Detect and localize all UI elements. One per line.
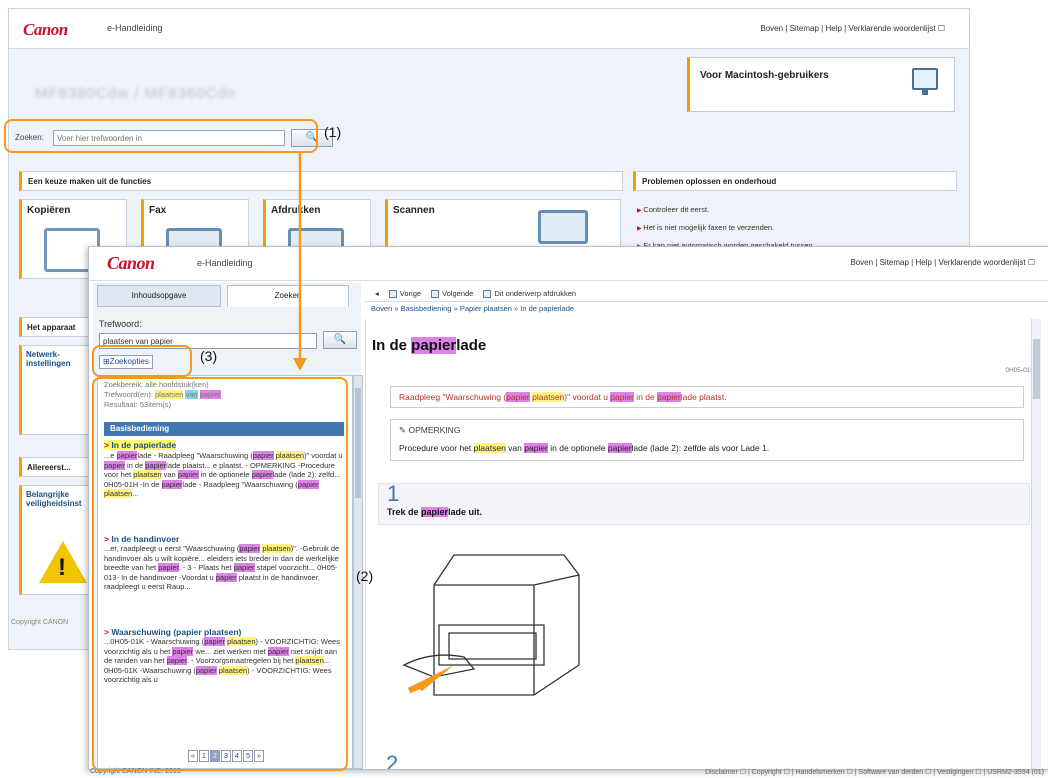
manual-subtitle: e-Handleiding bbox=[197, 258, 253, 268]
warning-exclamation: ! bbox=[58, 554, 66, 581]
keyword-label: Trefwoord: bbox=[99, 319, 142, 329]
step-1: 1 Trek de papierlade uit. bbox=[378, 481, 1030, 525]
manual-subtitle: e-Handleiding bbox=[107, 23, 163, 33]
back-copyright: Copyright CANON bbox=[11, 619, 69, 626]
note-box: ✎ OPMERKING Procedure voor het plaatsen … bbox=[390, 419, 1024, 461]
prev-label: Vorige bbox=[399, 289, 422, 298]
problems-heading: Problemen oplossen en onderhoud bbox=[633, 171, 957, 191]
next-label: Volgende bbox=[442, 289, 474, 298]
callout-oval-3 bbox=[92, 345, 192, 377]
functions-heading: Een keuze maken uit de functies bbox=[19, 171, 623, 191]
document-scrollbar[interactable] bbox=[1031, 319, 1041, 769]
tile-fax-label: Fax bbox=[149, 205, 167, 216]
canon-logo[interactable]: Canon bbox=[23, 20, 68, 40]
paper-drawer-illustration bbox=[402, 554, 580, 696]
title-highlight: papier bbox=[411, 337, 457, 354]
model-name: MF8380Cdw / MF8360Cdn bbox=[35, 85, 237, 102]
header-links[interactable]: Boven | Sitemap | Help | Verklarende woo… bbox=[850, 258, 1035, 267]
network-tile[interactable]: Netwerk-instellingen bbox=[19, 345, 99, 435]
callout-oval-1 bbox=[4, 119, 318, 153]
search-icon: 🔍 bbox=[333, 334, 347, 345]
tab-contents[interactable]: Inhoudsopgave bbox=[97, 285, 221, 307]
back-header: Canon e-Handleiding Boven | Sitemap | He… bbox=[9, 9, 969, 49]
mac-users-box[interactable]: Voor Macintosh-gebruikers bbox=[687, 57, 955, 112]
collapse-arrow-icon[interactable]: ◂ bbox=[375, 289, 379, 298]
device-heading: Het apparaat bbox=[19, 317, 99, 337]
scrollbar-thumb[interactable] bbox=[1033, 339, 1040, 399]
next-button[interactable]: Volgende bbox=[431, 289, 473, 298]
keyword-search-button[interactable]: 🔍 bbox=[323, 331, 357, 349]
callout-label-3: (3) bbox=[200, 348, 218, 364]
note-heading: ✎ OPMERKING bbox=[399, 425, 460, 436]
footer-links[interactable]: Disclaimer ☐ | Copyright ☐ | Handelsmerk… bbox=[705, 768, 1044, 776]
next-icon bbox=[431, 289, 440, 298]
doc-toolbar: ◂ Vorige Volgende Dit onderwerp afdrukke… bbox=[365, 283, 1048, 301]
print-icon bbox=[483, 289, 492, 298]
page-title: In de papierlade bbox=[372, 337, 486, 354]
callout-label-2: (2) bbox=[356, 568, 374, 584]
first-heading: Allereerst... bbox=[19, 457, 99, 477]
callout-label-1: (1) bbox=[324, 124, 342, 140]
tab-search[interactable]: Zoeken bbox=[227, 285, 349, 307]
document-pane: ◂ Vorige Volgende Dit onderwerp afdrukke… bbox=[365, 283, 1048, 769]
prev-icon bbox=[388, 289, 397, 298]
tile-copy-label: Kopiëren bbox=[27, 205, 71, 216]
problem-link-2[interactable]: Het is niet mogelijk faxen te verzenden. bbox=[637, 223, 957, 232]
step-text: Trek de papierlade uit. bbox=[387, 507, 483, 517]
scrollbar-thumb[interactable] bbox=[355, 388, 361, 498]
scan-icon bbox=[538, 210, 588, 244]
mac-monitor-icon bbox=[912, 68, 938, 95]
header-links[interactable]: Boven | Sitemap | Help | Verklarende woo… bbox=[760, 24, 945, 33]
reference-note[interactable]: Raadpleeg "Waarschuwing (papier plaatsen… bbox=[390, 386, 1024, 408]
note-heading-label: OPMERKING bbox=[408, 425, 461, 435]
print-label: Dit onderwerp afdrukken bbox=[494, 289, 577, 298]
tile-print-label: Afdrukken bbox=[271, 205, 321, 216]
prev-button[interactable]: Vorige bbox=[388, 289, 422, 298]
mac-users-label: Voor Macintosh-gebruikers bbox=[700, 70, 829, 81]
problem-link-1[interactable]: Controleer dit eerst. bbox=[637, 205, 957, 214]
print-topic-button[interactable]: Dit onderwerp afdrukken bbox=[483, 289, 576, 298]
tile-scan-label: Scannen bbox=[393, 205, 435, 216]
title-part: lade bbox=[456, 337, 487, 354]
title-part: In de bbox=[372, 337, 412, 354]
canon-logo[interactable]: Canon bbox=[107, 253, 155, 274]
front-header: Canon e-Handleiding Boven | Sitemap | He… bbox=[89, 247, 1048, 281]
note-text: Procedure voor het plaatsen van papier i… bbox=[399, 443, 770, 453]
screenshot-stage: Canon e-Handleiding Boven | Sitemap | He… bbox=[0, 0, 1048, 778]
breadcrumb[interactable]: Boven » Basisbediening » Papier plaatsen… bbox=[365, 301, 1048, 315]
document-content: In de papierlade 0H05-01H Raadpleeg "Waa… bbox=[365, 319, 1041, 769]
callout-oval-2 bbox=[92, 377, 348, 771]
step-number: 1 bbox=[387, 481, 400, 506]
